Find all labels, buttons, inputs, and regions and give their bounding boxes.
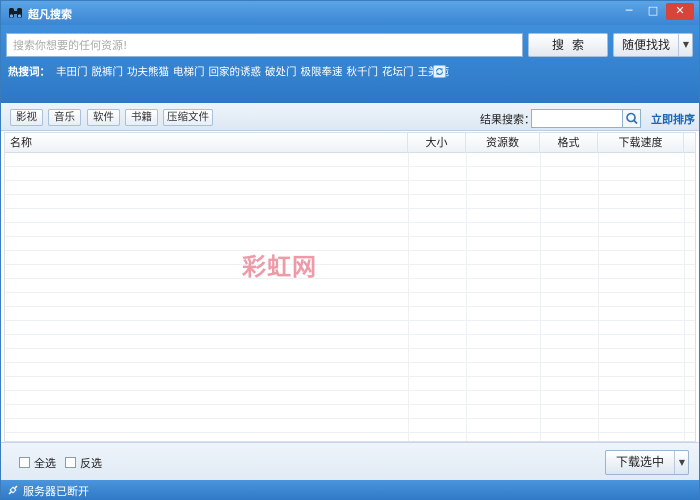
- status-text: 服务器已断开: [23, 485, 89, 498]
- column-header-format[interactable]: 格式: [540, 133, 598, 153]
- category-toolbar: 影视 音乐 软件 书籍 压缩文件 结果搜索： 立即排序: [1, 103, 699, 131]
- title-bar: 超凡搜索 ─ □ ✕: [1, 1, 699, 25]
- category-archives-button[interactable]: 压缩文件: [163, 109, 213, 126]
- hot-search-item[interactable]: 电梯门: [173, 64, 205, 79]
- search-input[interactable]: [6, 33, 523, 57]
- invert-select-label: 反选: [80, 457, 102, 470]
- category-music-button[interactable]: 音乐: [48, 109, 81, 126]
- column-divider: [684, 153, 685, 441]
- sort-now-link[interactable]: 立即排序: [651, 111, 695, 127]
- footer-bar: 全选 反选 下载选中 ▼: [1, 442, 699, 480]
- table-body: [5, 153, 695, 441]
- app-window: 超凡搜索 ─ □ ✕ 搜索 随便找找 ▼ 热搜词： 丰田门 脱裤门 功夫熊猫 电…: [0, 0, 700, 500]
- watermark: 彩虹网: [242, 253, 317, 281]
- table-header: 名称 大小 资源数 格式 下载速度: [5, 133, 695, 153]
- search-icon: [626, 112, 638, 125]
- result-search-input[interactable]: [531, 109, 623, 128]
- select-all-label: 全选: [34, 457, 56, 470]
- column-header-name[interactable]: 名称: [5, 133, 408, 153]
- minimize-button[interactable]: ─: [617, 3, 641, 20]
- refresh-icon[interactable]: [433, 65, 446, 78]
- hot-search-list: 丰田门 脱裤门 功夫熊猫 电梯门 回家的诱惑 破处门 极限奉速 秋千门 花坛门 …: [56, 64, 449, 79]
- chevron-down-icon[interactable]: ▼: [678, 34, 693, 56]
- result-search-label: 结果搜索：: [480, 113, 535, 126]
- column-header-speed[interactable]: 下载速度: [598, 133, 684, 153]
- status-bar: 服务器已断开: [1, 480, 699, 500]
- category-books-button[interactable]: 书籍: [125, 109, 158, 126]
- category-software-button[interactable]: 软件: [87, 109, 120, 126]
- column-header-count[interactable]: 资源数: [466, 133, 540, 153]
- hot-search-item[interactable]: 回家的诱惑: [209, 64, 262, 79]
- category-video-button[interactable]: 影视: [10, 109, 43, 126]
- column-divider: [540, 153, 541, 441]
- disconnected-icon: [8, 485, 18, 495]
- hot-search-item[interactable]: 极限奉速: [301, 64, 343, 79]
- column-divider: [466, 153, 467, 441]
- hot-search-item[interactable]: 秋千门: [347, 64, 379, 79]
- hot-search-item[interactable]: 丰田门: [56, 64, 88, 79]
- column-divider: [408, 153, 409, 441]
- download-selected-label: 下载选中: [615, 455, 664, 469]
- hot-search-label: 热搜词：: [8, 66, 50, 78]
- search-header: 搜索 随便找找 ▼ 热搜词： 丰田门 脱裤门 功夫熊猫 电梯门 回家的诱惑 破处…: [1, 25, 699, 103]
- random-find-label: 随便找找: [621, 38, 670, 52]
- close-button[interactable]: ✕: [666, 3, 694, 20]
- result-search-button[interactable]: [623, 109, 641, 128]
- maximize-button[interactable]: □: [641, 3, 665, 20]
- select-all-checkbox[interactable]: [19, 457, 30, 468]
- hot-search-item[interactable]: 脱裤门: [92, 64, 124, 79]
- window-title: 超凡搜索: [28, 8, 72, 21]
- search-button[interactable]: 搜索: [528, 33, 608, 57]
- column-header-size[interactable]: 大小: [408, 133, 466, 153]
- hot-search-item[interactable]: 功夫熊猫: [127, 64, 169, 79]
- column-divider: [598, 153, 599, 441]
- binoculars-icon: [9, 8, 22, 18]
- download-selected-button[interactable]: 下载选中 ▼: [605, 450, 689, 475]
- hot-search-item[interactable]: 破处门: [265, 64, 297, 79]
- results-table[interactable]: 名称 大小 资源数 格式 下载速度: [4, 132, 696, 442]
- hot-search-item[interactable]: 花坛门: [382, 64, 414, 79]
- random-find-button[interactable]: 随便找找 ▼: [613, 33, 693, 57]
- chevron-down-icon[interactable]: ▼: [674, 451, 689, 474]
- invert-select-checkbox[interactable]: [65, 457, 76, 468]
